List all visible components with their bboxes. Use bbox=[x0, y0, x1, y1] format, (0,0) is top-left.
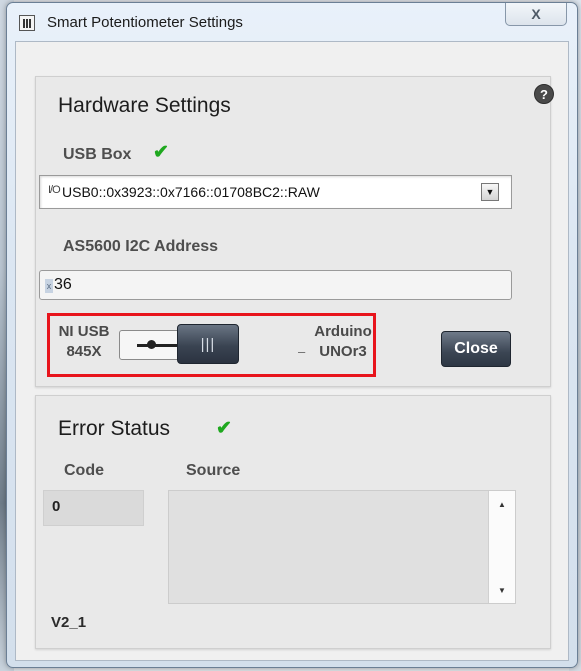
switch-line bbox=[137, 344, 181, 347]
close-icon: X bbox=[531, 6, 541, 22]
right-dash: – bbox=[298, 344, 306, 359]
hex-prefix-icon: x bbox=[45, 279, 53, 293]
usb-box-label: USB Box bbox=[63, 146, 132, 163]
switch-knob[interactable]: ||| bbox=[177, 324, 239, 364]
usb-box-check-icon: ✔ bbox=[153, 142, 169, 163]
source-label: Source bbox=[186, 462, 241, 479]
switch-dot bbox=[147, 340, 156, 349]
error-status-title: Error Status bbox=[58, 417, 171, 440]
usb-box-select[interactable]: I/O USB0::0x3923::0x7166::01708BC2::RAW … bbox=[39, 175, 512, 209]
close-button[interactable]: Close bbox=[441, 331, 511, 367]
scroll-up-icon[interactable]: ▲ bbox=[489, 495, 515, 513]
window-title: Smart Potentiometer Settings bbox=[47, 14, 243, 31]
code-label: Code bbox=[64, 462, 104, 479]
error-code-value: 0 bbox=[52, 498, 61, 515]
arduino-label: Arduino UNOr3 bbox=[314, 323, 372, 360]
source-scrollbar[interactable]: ▲ ▼ bbox=[488, 491, 515, 603]
error-source-field[interactable]: ▲ ▼ bbox=[168, 490, 516, 604]
address-label: AS5600 I2C Address bbox=[63, 238, 219, 255]
hardware-settings-title: Hardware Settings bbox=[58, 94, 231, 117]
window-close-button[interactable]: X bbox=[505, 3, 567, 26]
io-icon: I/O bbox=[48, 184, 61, 196]
address-value: 36 bbox=[54, 276, 72, 293]
title-bar[interactable]: Smart Potentiometer Settings X bbox=[7, 3, 577, 43]
version-label: V2_1 bbox=[51, 614, 87, 631]
error-code-field: 0 bbox=[43, 490, 144, 526]
settings-window: Smart Potentiometer Settings X Hardware … bbox=[6, 2, 578, 668]
usb-box-value: USB0::0x3923::0x7166::01708BC2::RAW bbox=[62, 184, 320, 200]
ni-usb-label: NI USB 845X bbox=[58, 323, 110, 360]
scroll-down-icon[interactable]: ▼ bbox=[489, 581, 515, 599]
interface-toggle-switch[interactable]: ||| bbox=[119, 324, 239, 364]
error-status-check-icon: ✔ bbox=[216, 418, 232, 439]
window-client-area: Hardware Settings ? USB Box ✔ I/O USB0::… bbox=[15, 41, 569, 661]
help-icon[interactable]: ? bbox=[534, 84, 554, 104]
app-icon bbox=[19, 15, 35, 31]
address-input[interactable]: x 36 bbox=[39, 270, 512, 300]
dropdown-arrow-icon[interactable]: ▼ bbox=[481, 183, 499, 201]
